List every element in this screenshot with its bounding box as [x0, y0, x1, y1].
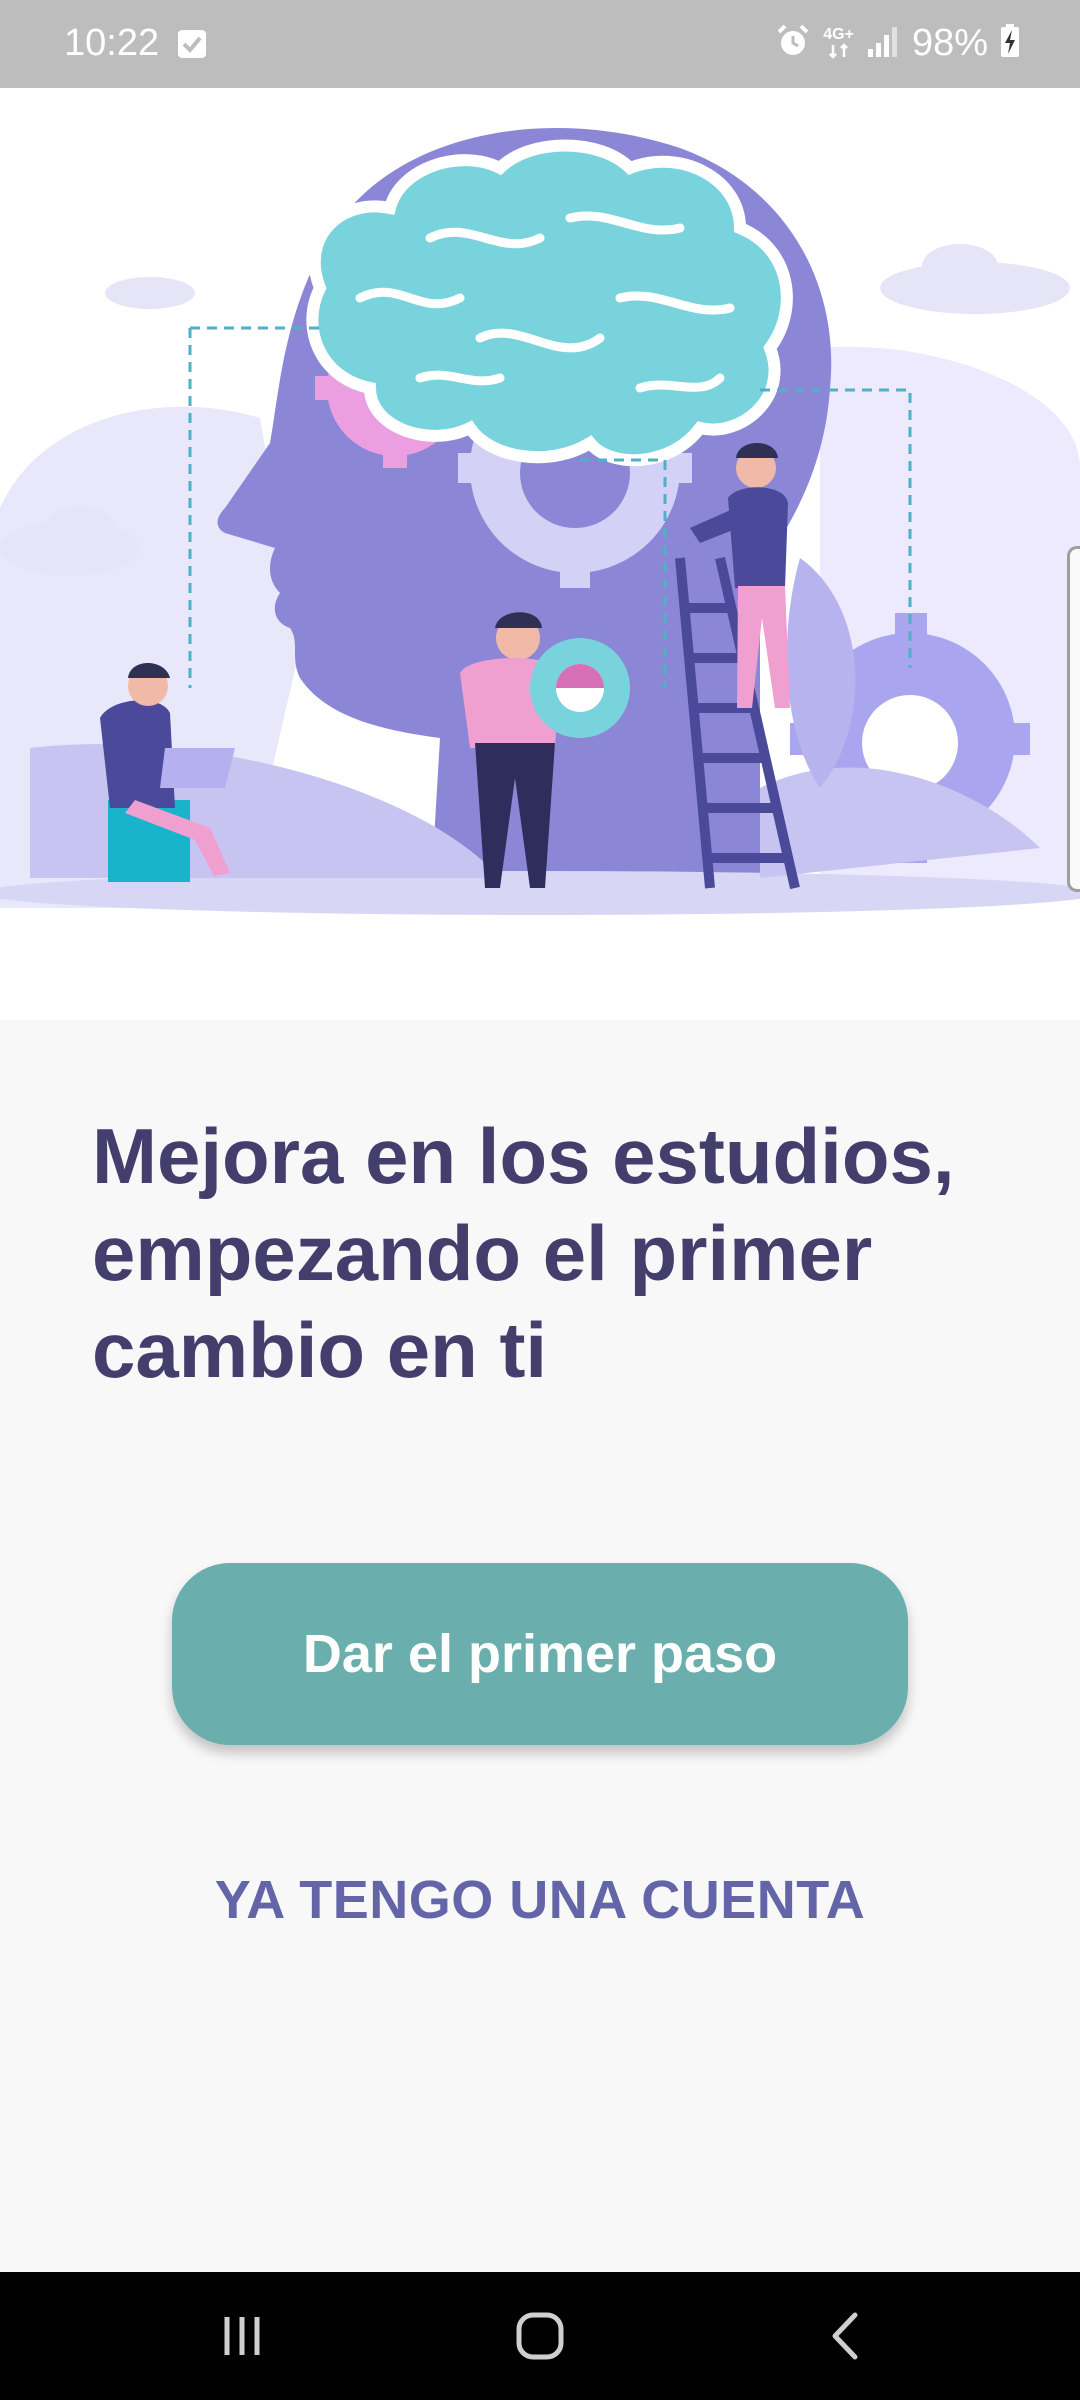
battery-charging-icon	[1000, 23, 1020, 63]
network-type-label: 4G+	[823, 26, 854, 43]
alarm-icon	[775, 23, 811, 64]
status-bar: 10:22 4G+ 98%	[0, 0, 1080, 88]
headline-line: Mejora en los estudios,	[92, 1112, 955, 1200]
network-type-icon: 4G+	[823, 27, 854, 59]
edge-panel-handle[interactable]	[1067, 546, 1080, 892]
back-button[interactable]	[745, 2272, 945, 2400]
signal-icon	[866, 25, 900, 62]
recents-icon	[224, 2317, 260, 2355]
onboarding-headline: Mejora en los estudios, empezando el pri…	[92, 1108, 1012, 1399]
home-icon	[516, 2312, 564, 2360]
headline-line: empezando el primer	[92, 1209, 873, 1297]
hero-illustration	[0, 88, 1080, 1020]
status-time: 10:22	[64, 22, 160, 64]
battery-percent: 98%	[911, 22, 988, 64]
brain-gears-illustration	[0, 128, 1080, 915]
existing-account-link[interactable]: YA TENGO UNA CUENTA	[140, 1860, 940, 1940]
back-icon	[832, 2312, 858, 2360]
home-button[interactable]	[440, 2272, 640, 2400]
headline-line: cambio en ti	[92, 1306, 548, 1394]
first-step-button[interactable]: Dar el primer paso	[172, 1563, 908, 1745]
recents-button[interactable]	[142, 2272, 342, 2400]
status-icons: 4G+ 98%	[775, 18, 1020, 68]
checkbox-notification-icon	[178, 30, 206, 58]
navigation-bar	[0, 2272, 1080, 2400]
